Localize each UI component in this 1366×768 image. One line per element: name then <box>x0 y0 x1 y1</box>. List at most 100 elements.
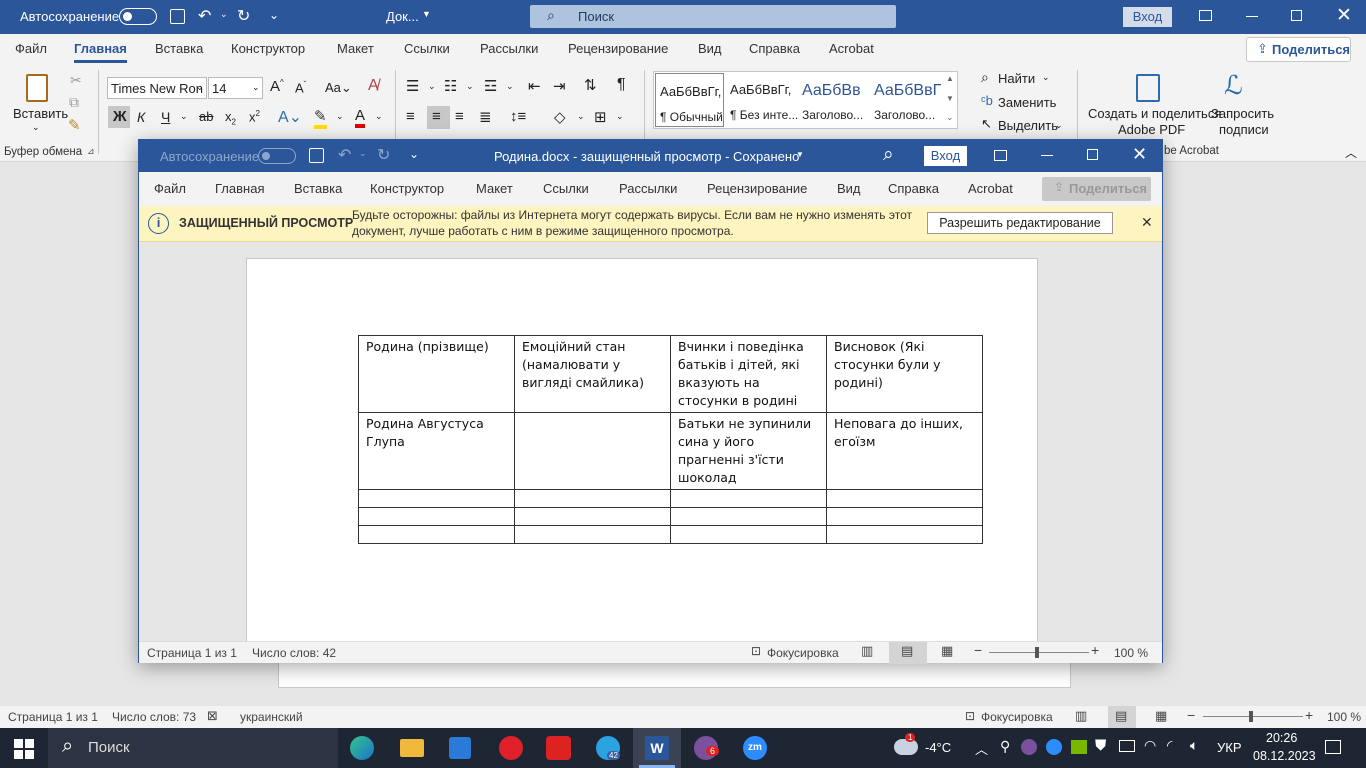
highlight-icon[interactable]: ✎ <box>314 107 327 129</box>
font-color-icon[interactable]: A <box>355 107 366 128</box>
request-sign-label2[interactable]: подписи <box>1219 122 1269 137</box>
styles-gallery[interactable]: АаБбВвГг, ¶ Обычный АаБбВвГг, ¶ Без инте...… <box>653 71 958 129</box>
recorder-icon[interactable] <box>546 736 571 760</box>
table-cell[interactable]: Висновок (Які стосунки були у родині) <box>826 335 983 413</box>
document-table[interactable]: Родина (прізвище) Емоційний стан (намалюв… <box>358 335 983 544</box>
search-icon[interactable]: ⌕ <box>981 69 989 86</box>
win-focus-label[interactable]: Фокусировка <box>767 646 839 660</box>
win-menu-tab-10[interactable]: Acrobat <box>968 174 1013 204</box>
win-document-page[interactable]: Родина (прізвище) Емоційний стан (намалюв… <box>246 258 1038 648</box>
display-icon[interactable] <box>1119 740 1135 752</box>
viber-tray-icon[interactable] <box>1021 739 1037 755</box>
style-item-0[interactable]: АаБбВвГг, ¶ Обычный <box>655 73 724 127</box>
grow-font-icon[interactable]: A^ <box>270 78 284 95</box>
table-cell[interactable] <box>358 489 515 508</box>
win-menu-tab-4[interactable]: Макет <box>476 174 513 204</box>
sort-icon[interactable]: ⇅ <box>584 76 597 94</box>
table-cell[interactable]: Емоційний стан (намалювати у вигляді сма… <box>514 335 671 413</box>
search-icon[interactable]: ⌕ <box>883 144 894 166</box>
table-cell[interactable]: Родина (прізвище) <box>358 335 515 413</box>
shading-icon[interactable]: ◇ <box>554 108 566 126</box>
request-signature-icon[interactable]: ℒ <box>1224 70 1243 101</box>
style-item-1[interactable]: АаБбВвГг, ¶ Без инте... <box>726 72 798 128</box>
bg-menu-tab-1[interactable]: Главная <box>74 34 127 63</box>
win-menu-tab-6[interactable]: Рассылки <box>619 174 677 204</box>
chevron-down-icon[interactable]: ⌄ <box>1055 120 1063 131</box>
bg-word-count[interactable]: Число слов: 73 <box>112 710 196 724</box>
customize-qat-icon[interactable]: ⌄ <box>409 147 419 161</box>
win-signin-button[interactable]: Вход <box>924 146 967 166</box>
dialog-launcher-icon[interactable]: ⊿ <box>87 146 95 157</box>
font-name-box[interactable]: Times New Ron ⌄ <box>107 77 207 99</box>
tray-expand-icon[interactable]: ︿ <box>975 739 988 758</box>
zoom-slider-thumb[interactable] <box>1249 711 1253 722</box>
table-cell[interactable] <box>514 525 671 544</box>
close-icon[interactable]: ✕ <box>1141 214 1153 231</box>
align-center-button[interactable]: ≡ <box>427 106 450 129</box>
weather-temp[interactable]: -4°C <box>925 740 951 755</box>
align-left-icon[interactable]: ≡ <box>406 108 415 125</box>
input-language[interactable]: УКР <box>1217 740 1242 755</box>
win-doc-title[interactable]: Родина.docx - защищенный просмотр - Сохр… <box>494 149 799 164</box>
weather-icon[interactable] <box>894 739 918 755</box>
table-cell[interactable] <box>358 507 515 526</box>
select-icon[interactable]: ↖ <box>981 116 992 132</box>
microphone-icon[interactable]: ⚲ <box>1000 738 1010 755</box>
chevron-down-icon[interactable]: ⌄ <box>616 111 624 122</box>
line-spacing-icon[interactable]: ↕≡ <box>510 108 526 125</box>
redo-icon[interactable]: ↻ <box>237 6 250 26</box>
bg-menu-tab-6[interactable]: Рассылки <box>480 34 538 64</box>
chevron-down-icon[interactable]: ▼ <box>796 150 804 159</box>
win-menu-tab-1[interactable]: Главная <box>215 174 264 204</box>
copy-icon[interactable]: ⧉ <box>69 94 79 111</box>
bg-menu-tab-3[interactable]: Конструктор <box>231 34 305 64</box>
undo-dropdown-icon[interactable]: ⌄ <box>220 9 228 20</box>
table-cell[interactable]: Родина Августуса Глупа <box>358 412 515 490</box>
win-share-button[interactable]: ⇪ Поделиться <box>1042 177 1151 201</box>
wifi-icon[interactable]: ◜ <box>1167 737 1172 754</box>
table-cell[interactable] <box>670 489 827 508</box>
bg-focus-label[interactable]: Фокусировка <box>981 710 1053 724</box>
ribbon-display-icon[interactable] <box>1199 10 1212 21</box>
notifications-icon[interactable] <box>1325 740 1341 754</box>
bg-menu-tab-10[interactable]: Acrobat <box>829 34 874 64</box>
network-icon[interactable]: ◠ <box>1144 737 1156 754</box>
text-effects-icon[interactable]: A⌄ <box>278 107 302 127</box>
request-sign-label[interactable]: Запросить <box>1211 106 1274 121</box>
chevron-down-icon[interactable]: ⌄ <box>506 81 514 92</box>
zoom-in-icon[interactable]: + <box>1305 707 1313 723</box>
print-layout-button[interactable]: ▤ <box>1108 706 1136 728</box>
gallery-down-icon[interactable]: ▼ <box>946 94 954 103</box>
zoom-slider-thumb[interactable] <box>1035 647 1039 658</box>
clear-formatting-icon[interactable]: A̸ <box>368 77 379 95</box>
print-layout-button[interactable]: ▤ <box>889 642 927 664</box>
table-cell[interactable] <box>514 412 671 490</box>
gallery-up-icon[interactable]: ▲ <box>946 74 954 83</box>
win-menu-tab-9[interactable]: Справка <box>888 174 939 204</box>
clock-date[interactable]: 08.12.2023 <box>1253 749 1316 763</box>
proofing-icon[interactable]: ⊠ <box>207 708 218 724</box>
web-layout-icon[interactable]: ▦ <box>1155 708 1167 724</box>
undo-dropdown-icon[interactable]: ⌄ <box>359 148 367 159</box>
bg-search-box[interactable]: ⌕ Поиск <box>530 5 896 28</box>
chevron-down-icon[interactable]: ▼ <box>422 9 431 19</box>
win-menu-tab-8[interactable]: Вид <box>837 174 861 204</box>
style-item-3[interactable]: АаБбВвГ Заголово... <box>870 72 942 128</box>
table-cell[interactable] <box>826 525 983 544</box>
find-label[interactable]: Найти <box>998 71 1035 86</box>
create-pdf-label[interactable]: Создать и поделиться <box>1088 106 1221 121</box>
file-explorer-icon[interactable] <box>400 739 424 757</box>
bg-autosave-toggle[interactable] <box>119 8 157 25</box>
redo-icon[interactable]: ↻ <box>377 145 390 165</box>
bg-menu-tab-7[interactable]: Рецензирование <box>568 34 668 64</box>
table-cell[interactable] <box>514 489 671 508</box>
web-layout-icon[interactable]: ▦ <box>941 643 953 659</box>
table-cell[interactable]: Батьки не зупинили сина у його прагненні… <box>670 412 827 490</box>
align-right-icon[interactable]: ≡ <box>455 108 464 125</box>
create-pdf-label2[interactable]: Adobe PDF <box>1118 122 1185 137</box>
format-painter-icon[interactable]: ✎ <box>68 116 81 134</box>
bg-menu-tab-4[interactable]: Макет <box>337 34 374 64</box>
chevron-down-icon[interactable]: ⌄ <box>466 81 474 92</box>
table-cell[interactable]: Вчинки і поведінка батьків і дітей, які … <box>670 335 827 413</box>
chevron-down-icon[interactable]: ⌄ <box>1042 72 1050 83</box>
